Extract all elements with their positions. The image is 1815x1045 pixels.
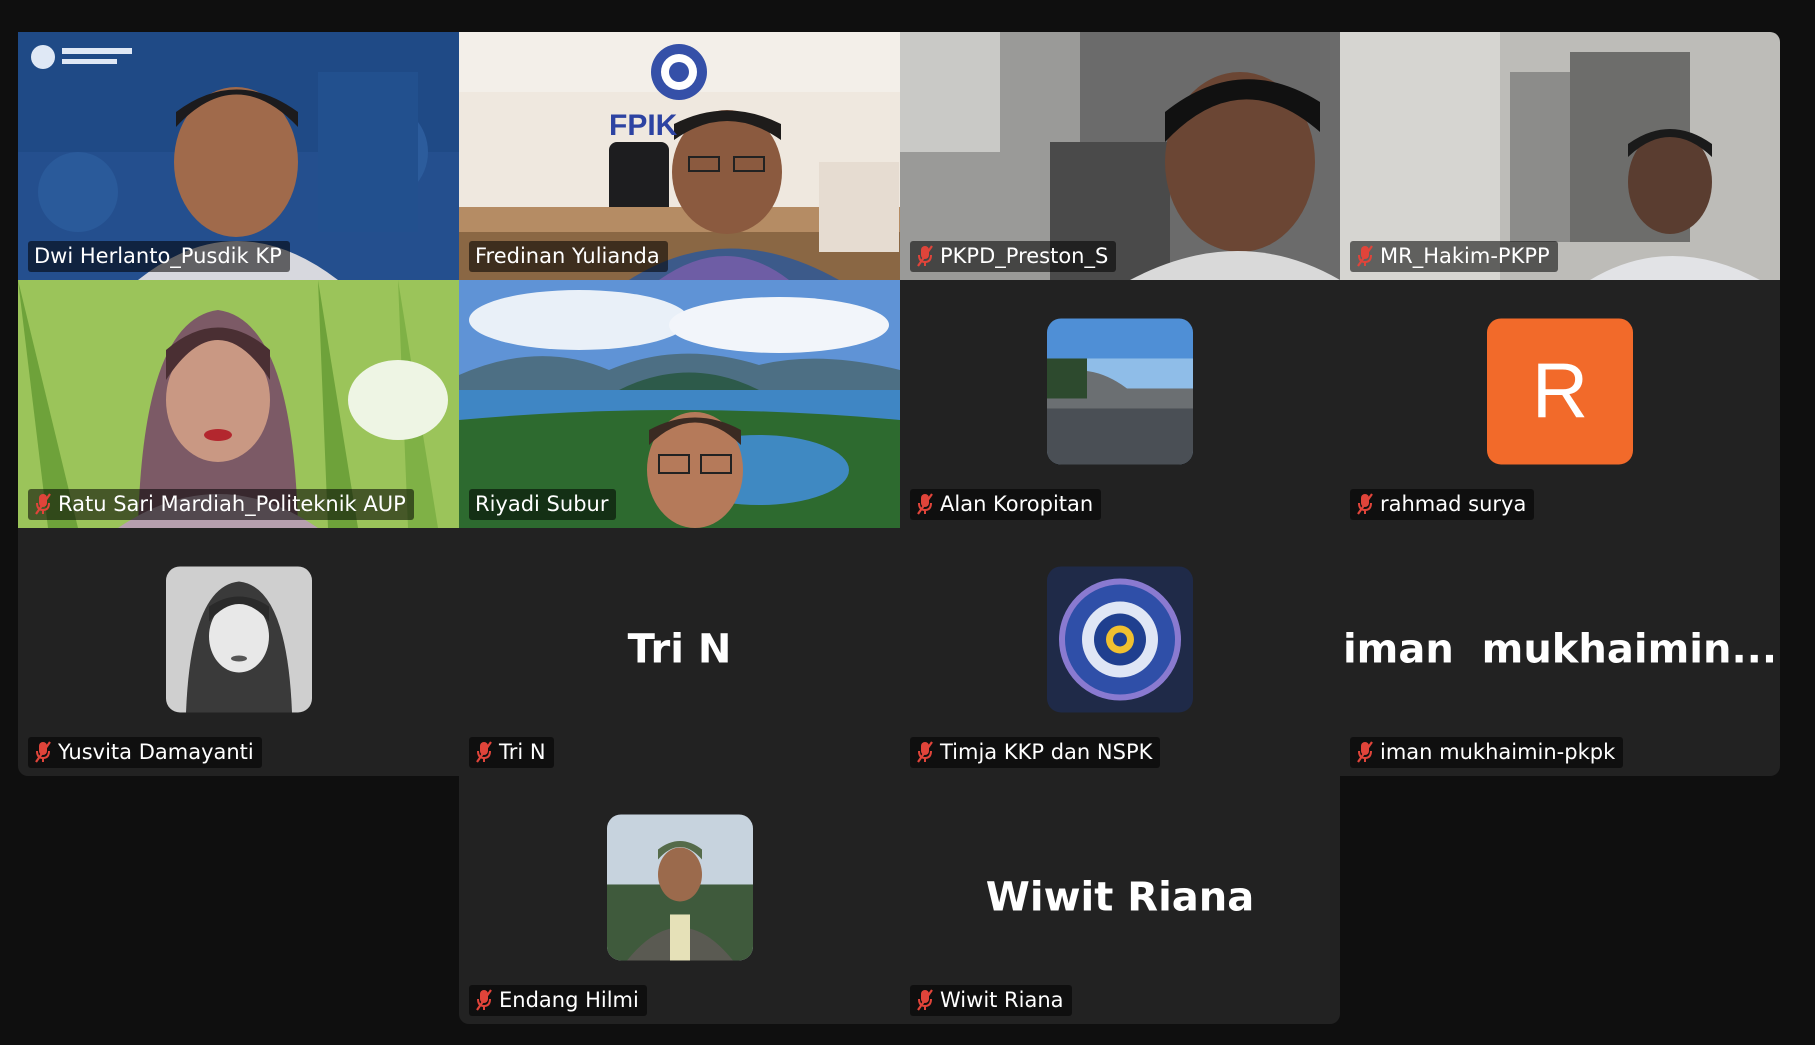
participant-name: rahmad surya <box>1380 492 1527 516</box>
participant-name: Alan Koropitan <box>940 492 1094 516</box>
participant-tile-wiwit-riana[interactable]: Wiwit Riana Wiwit Riana <box>900 776 1340 1024</box>
participant-display-name: Wiwit Riana <box>985 874 1255 921</box>
participant-nameplate: rahmad surya <box>1350 489 1535 520</box>
participant-tile-tri-n[interactable]: Tri N Tri N <box>459 528 900 776</box>
participant-name: Riyadi Subur <box>475 492 609 516</box>
participant-tile-ratu-sari[interactable]: Ratu Sari Mardiah_Politeknik AUP <box>18 280 459 528</box>
participant-tile-pkpd-preston[interactable]: PKPD_Preston_S <box>900 32 1340 280</box>
participant-nameplate: PKPD_Preston_S <box>910 241 1117 272</box>
mic-muted-icon <box>916 492 934 516</box>
video-gallery: Dwi Herlanto_Pusdik KP FPIK Fredinan Yul… <box>0 0 1815 1045</box>
participant-nameplate: Tri N <box>469 737 554 768</box>
backdrop-sign: FPIK <box>609 109 678 142</box>
participant-tile-mr-hakim[interactable]: MR_Hakim-PKPP <box>1340 32 1780 280</box>
participant-tile-fredinan-yulianda[interactable]: FPIK Fredinan Yulianda <box>459 32 900 280</box>
mic-muted-icon <box>1356 244 1374 268</box>
participant-nameplate: Fredinan Yulianda <box>469 241 668 272</box>
participant-name: Dwi Herlanto_Pusdik KP <box>34 244 282 268</box>
participant-name: Tri N <box>499 740 546 764</box>
participant-avatar <box>606 814 753 961</box>
mic-muted-icon <box>916 740 934 764</box>
mic-muted-icon <box>916 244 934 268</box>
participant-tile-rahmad-surya[interactable]: R rahmad surya <box>1340 280 1780 528</box>
participant-name: PKPD_Preston_S <box>940 244 1109 268</box>
participant-name: iman mukhaimin-pkpk <box>1380 740 1616 764</box>
mic-muted-icon <box>34 492 52 516</box>
mic-muted-icon <box>475 988 493 1012</box>
participant-tile-dwi-herlanto[interactable]: Dwi Herlanto_Pusdik KP <box>18 32 459 280</box>
participant-nameplate: Dwi Herlanto_Pusdik KP <box>28 241 290 272</box>
participant-tile-riyadi-subur[interactable]: Riyadi Subur <box>459 280 900 528</box>
participant-display-name: Tri N <box>627 626 732 673</box>
participant-name: Timja KKP dan NSPK <box>940 740 1153 764</box>
mic-muted-icon <box>1356 492 1374 516</box>
participant-nameplate: Timja KKP dan NSPK <box>910 737 1161 768</box>
participant-nameplate: Ratu Sari Mardiah_Politeknik AUP <box>28 489 414 520</box>
participant-avatar: R <box>1487 318 1633 465</box>
participant-nameplate: Riyadi Subur <box>469 489 617 520</box>
participant-nameplate: Alan Koropitan <box>910 489 1102 520</box>
participant-name: MR_Hakim-PKPP <box>1380 244 1550 268</box>
participant-nameplate: Endang Hilmi <box>469 985 647 1016</box>
participant-tile-endang-hilmi[interactable]: Endang Hilmi <box>459 776 900 1024</box>
participant-avatar <box>1047 318 1193 465</box>
participant-tile-alan-koropitan[interactable]: Alan Koropitan <box>900 280 1340 528</box>
participant-nameplate: iman mukhaimin-pkpk <box>1350 737 1624 768</box>
participant-nameplate: Wiwit Riana <box>910 985 1072 1016</box>
mic-muted-icon <box>1356 740 1374 764</box>
participant-nameplate: Yusvita Damayanti <box>28 737 262 768</box>
participant-name: Wiwit Riana <box>940 988 1064 1012</box>
mic-muted-icon <box>475 740 493 764</box>
mic-muted-icon <box>34 740 52 764</box>
participant-display-name: iman mukhaimin... <box>1342 626 1778 673</box>
participant-tile-yusvita-damayanti[interactable]: Yusvita Damayanti <box>18 528 459 776</box>
participant-avatar <box>165 566 312 713</box>
mic-muted-icon <box>916 988 934 1012</box>
participant-avatar <box>1047 566 1193 713</box>
participant-name: Ratu Sari Mardiah_Politeknik AUP <box>58 492 406 516</box>
participant-name: Yusvita Damayanti <box>58 740 254 764</box>
participant-name: Endang Hilmi <box>499 988 639 1012</box>
participant-tile-timja-kkp[interactable]: Timja KKP dan NSPK <box>900 528 1340 776</box>
participant-tile-iman-mukhaimin[interactable]: iman mukhaimin... iman mukhaimin-pkpk <box>1340 528 1780 776</box>
participant-name: Fredinan Yulianda <box>475 244 660 268</box>
participant-nameplate: MR_Hakim-PKPP <box>1350 241 1558 272</box>
